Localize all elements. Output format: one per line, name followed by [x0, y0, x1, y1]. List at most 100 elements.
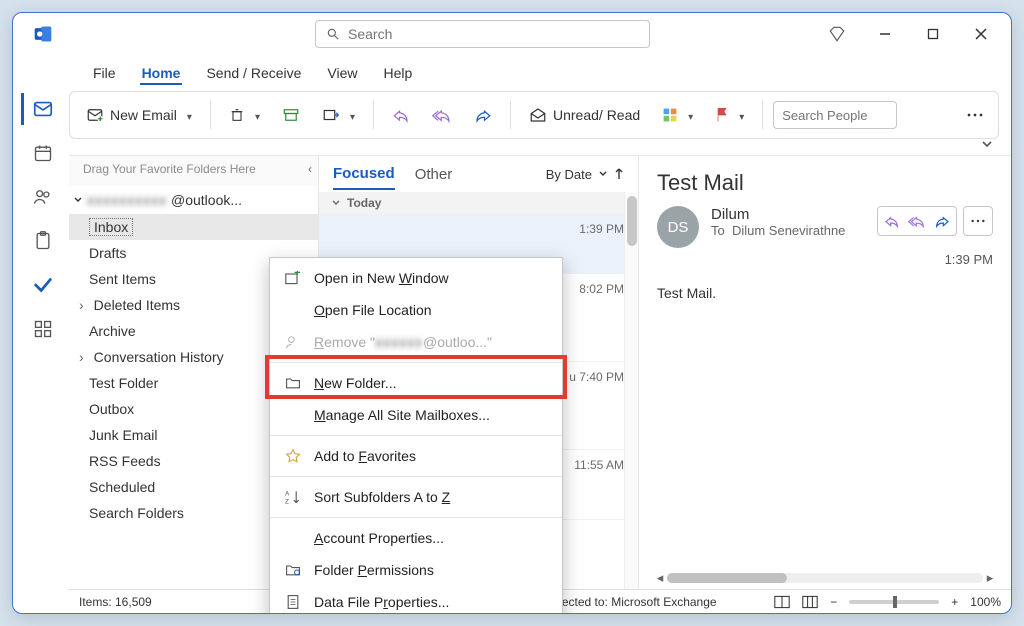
- ellipsis-icon: [970, 218, 986, 224]
- forward-button[interactable]: [934, 214, 950, 228]
- zoom-out-button[interactable]: −: [830, 595, 837, 609]
- zoom-slider[interactable]: [849, 600, 939, 604]
- menu-file[interactable]: File: [91, 61, 118, 85]
- delete-button[interactable]: [221, 99, 268, 131]
- move-icon: [322, 107, 340, 123]
- rail-people-icon[interactable]: [21, 181, 61, 213]
- scrollbar-thumb[interactable]: [667, 573, 787, 583]
- reply-icon: [392, 107, 410, 123]
- window-minimize-button[interactable]: [863, 18, 907, 50]
- ctx-label: Account Properties...: [314, 530, 444, 546]
- folder-label: Test Folder: [89, 375, 158, 391]
- menu-send-receive[interactable]: Send / Receive: [204, 61, 303, 85]
- ctx-label: Open File Location: [314, 302, 432, 318]
- flag-button[interactable]: [707, 99, 752, 131]
- outlook-window: File Home Send / Receive View Help New E…: [12, 12, 1012, 614]
- properties-icon: [284, 593, 302, 611]
- archive-icon: [282, 107, 300, 123]
- folder-icon: [284, 374, 302, 392]
- reply-all-icon: [432, 107, 452, 123]
- zoom-in-button[interactable]: +: [951, 595, 958, 609]
- message-time: u 7:40 PM: [569, 370, 624, 384]
- ctx-add-to-favorites[interactable]: Add to Favorites: [270, 440, 562, 472]
- folder-inbox[interactable]: Inbox: [69, 214, 318, 240]
- ctx-open-file-location[interactable]: Open File Location: [270, 294, 562, 326]
- ctx-open-new-window[interactable]: Open in New Window: [270, 262, 562, 294]
- premium-diamond-icon[interactable]: [815, 18, 859, 50]
- permissions-icon: [284, 561, 302, 579]
- menu-view[interactable]: View: [325, 61, 359, 85]
- move-button[interactable]: [314, 99, 363, 131]
- ctx-label: Remove "xxxxxx@outloo...": [314, 334, 492, 350]
- ribbon: New Email Unread/ Read: [69, 91, 999, 139]
- ctx-remove-account: Remove "xxxxxx@outloo...": [270, 326, 562, 358]
- reply-all-button[interactable]: [424, 99, 460, 131]
- ctx-sort-subfolders[interactable]: AZ Sort Subfolders A to Z: [270, 481, 562, 513]
- reading-pane: Test Mail DS Dilum To Dilum Senevirathne: [639, 156, 1011, 589]
- ribbon-more-button[interactable]: [958, 99, 990, 131]
- message-list-scrollbar[interactable]: [624, 192, 638, 589]
- rail-tasks-icon[interactable]: [21, 225, 61, 257]
- view-normal-button[interactable]: [774, 595, 790, 609]
- new-window-icon: [284, 269, 302, 287]
- ribbon-expand-toggle[interactable]: [981, 139, 993, 149]
- sender-name: Dilum: [711, 206, 845, 223]
- left-nav-rail: [13, 91, 69, 613]
- reply-button[interactable]: [884, 214, 900, 228]
- view-reading-button[interactable]: [802, 595, 818, 609]
- reply-button[interactable]: [384, 99, 418, 131]
- ctx-label: Folder Permissions: [314, 562, 434, 578]
- reading-horizontal-scrollbar[interactable]: ◂ ▸: [653, 571, 997, 585]
- ctx-manage-site-mailboxes[interactable]: Manage All Site Mailboxes...: [270, 399, 562, 431]
- rail-todo-icon[interactable]: [21, 269, 61, 301]
- chevron-down-icon: [73, 195, 83, 205]
- categorize-button[interactable]: [654, 99, 701, 131]
- favorites-drop-zone[interactable]: Drag Your Favorite Folders Here ‹: [69, 156, 318, 186]
- sort-ascending-icon[interactable]: [614, 168, 624, 180]
- chevron-down-icon: [598, 170, 608, 178]
- tab-other[interactable]: Other: [415, 160, 453, 189]
- global-search-input[interactable]: [348, 26, 639, 42]
- date-group-today[interactable]: Today: [319, 192, 638, 214]
- rail-mail-icon[interactable]: [21, 93, 61, 125]
- scrollbar-thumb[interactable]: [627, 196, 637, 246]
- ctx-data-file-properties[interactable]: Data File Properties...: [270, 586, 562, 614]
- menu-home[interactable]: Home: [140, 61, 183, 85]
- window-maximize-button[interactable]: [911, 18, 955, 50]
- ctx-folder-permissions[interactable]: Folder Permissions: [270, 554, 562, 586]
- archive-button[interactable]: [274, 99, 308, 131]
- scroll-left-arrow[interactable]: ◂: [653, 570, 667, 586]
- new-mail-icon: [86, 106, 104, 124]
- message-time: 1:39 PM: [579, 222, 624, 236]
- ctx-new-folder[interactable]: New Folder...: [270, 367, 562, 399]
- search-people[interactable]: [773, 101, 897, 129]
- rail-calendar-icon[interactable]: [21, 137, 61, 169]
- sort-menu[interactable]: By Date: [546, 167, 624, 182]
- star-icon: [284, 447, 302, 465]
- global-search[interactable]: [315, 20, 650, 48]
- forward-button[interactable]: [466, 99, 500, 131]
- reading-subject: Test Mail: [657, 170, 993, 196]
- reply-all-button[interactable]: [908, 214, 926, 228]
- search-people-input[interactable]: [782, 108, 888, 123]
- unread-read-button[interactable]: Unread/ Read: [521, 99, 648, 131]
- folder-label: Conversation History: [94, 349, 224, 365]
- rail-more-apps-icon[interactable]: [21, 313, 61, 345]
- collapse-favorites-icon[interactable]: ‹: [308, 162, 312, 176]
- window-close-button[interactable]: [959, 18, 1003, 50]
- more-actions-button[interactable]: [963, 206, 993, 236]
- categories-icon: [662, 107, 678, 123]
- account-name-redacted: xxxxxxxxxx: [87, 192, 167, 208]
- message-time: 11:55 AM: [574, 458, 624, 472]
- forward-icon: [474, 107, 492, 123]
- scroll-right-arrow[interactable]: ▸: [983, 570, 997, 586]
- menu-help[interactable]: Help: [382, 61, 415, 85]
- new-email-button[interactable]: New Email: [78, 99, 200, 131]
- trash-icon: [229, 107, 245, 123]
- tab-focused[interactable]: Focused: [333, 159, 395, 190]
- titlebar: [13, 13, 1011, 55]
- ctx-account-properties[interactable]: Account Properties...: [270, 522, 562, 554]
- account-header[interactable]: xxxxxxxxxx@outlook...: [69, 186, 318, 214]
- reading-time: 1:39 PM: [657, 252, 993, 267]
- unread-read-label: Unread/ Read: [553, 107, 640, 123]
